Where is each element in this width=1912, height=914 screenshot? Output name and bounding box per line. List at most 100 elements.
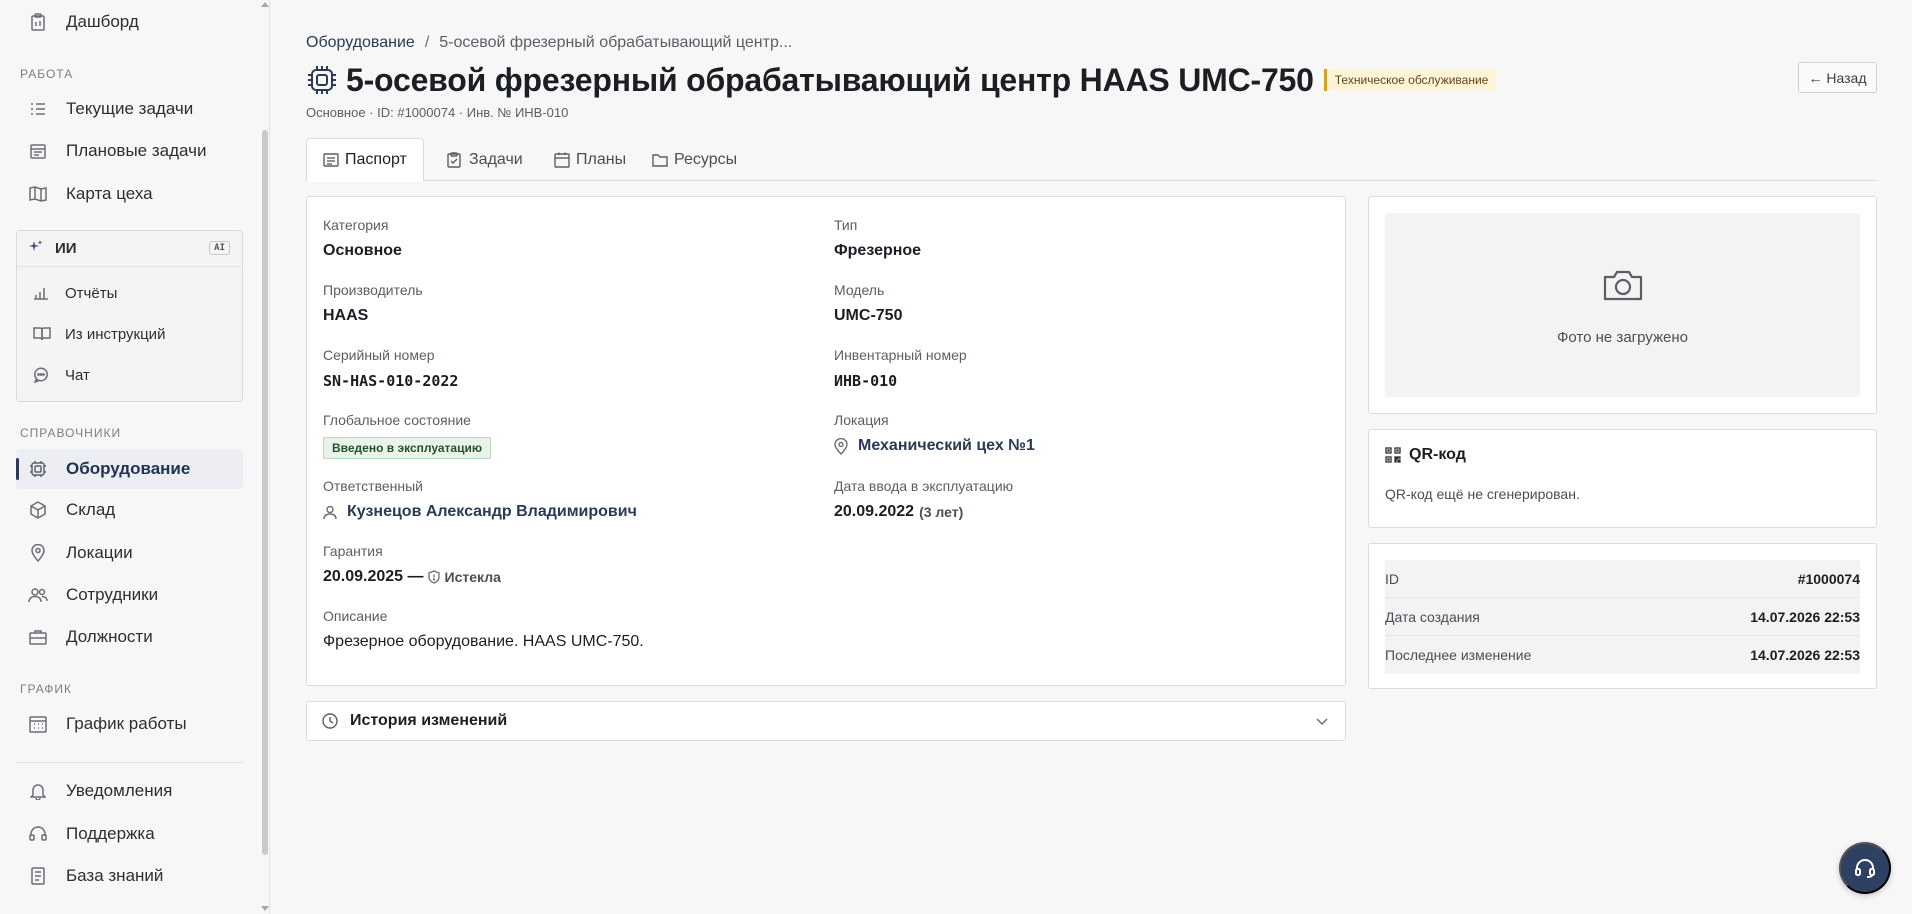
book-icon xyxy=(33,327,51,341)
photo-upload-area[interactable]: Фото не загружено xyxy=(1385,213,1860,397)
sidebar-item-equipment[interactable]: Оборудование xyxy=(16,449,243,489)
passport-panel: Категория Основное Тип Фрезерное Произво… xyxy=(306,196,1346,686)
sidebar-item-label: Оборудование xyxy=(66,459,191,478)
sidebar-item-label: Плановые задачи xyxy=(66,141,207,160)
meta-value: 14.07.2026 22:53 xyxy=(1750,647,1860,663)
list-icon xyxy=(28,99,48,119)
sidebar-item-warehouse[interactable]: Склад xyxy=(16,490,243,530)
sidebar-item-knowledge-base[interactable]: База знаний xyxy=(16,856,243,896)
chip-icon xyxy=(28,459,48,479)
sidebar-item-label: Сотрудники xyxy=(66,585,159,604)
document-icon xyxy=(28,866,48,886)
qr-header: QR-код xyxy=(1385,446,1466,464)
ai-group-header[interactable]: ИИ AI xyxy=(17,231,242,267)
tab-label: Планы xyxy=(576,150,627,168)
calendar-grid-icon xyxy=(28,714,48,734)
active-indicator xyxy=(16,458,19,480)
tab-plans[interactable]: Планы xyxy=(538,138,642,181)
bell-icon xyxy=(28,781,48,801)
photo-empty-text: Фото не загружено xyxy=(1557,329,1688,346)
tab-passport[interactable]: Паспорт xyxy=(306,138,424,182)
sidebar-item-notifications[interactable]: Уведомления xyxy=(16,771,243,811)
serial-label: Серийный номер xyxy=(323,347,435,363)
sidebar-item-employees[interactable]: Сотрудники xyxy=(16,575,243,615)
location-link[interactable]: Механический цех №1 xyxy=(834,437,1035,455)
sidebar-item-positions[interactable]: Должности xyxy=(16,617,243,657)
responsible-label: Ответственный xyxy=(323,478,423,494)
meta-row-modified: Последнее изменение 14.07.2026 22:53 xyxy=(1385,636,1860,674)
briefcase-icon xyxy=(28,627,48,647)
back-button[interactable]: ← Назад xyxy=(1798,62,1877,93)
history-accordion[interactable]: История изменений xyxy=(306,701,1346,741)
calendar-icon xyxy=(554,152,570,168)
map-pin-icon xyxy=(834,437,850,455)
clipboard-icon xyxy=(28,12,48,32)
camera-icon xyxy=(1602,268,1644,307)
sidebar-item-label: Карта цеха xyxy=(66,184,153,203)
sidebar-divider xyxy=(16,762,243,763)
sidebar-item-from-instructions[interactable]: Из инструкций xyxy=(17,314,242,354)
responsible-link[interactable]: Кузнецов Александр Владимирович xyxy=(323,503,637,521)
support-chat-button[interactable] xyxy=(1839,842,1891,894)
sidebar-item-locations[interactable]: Локации xyxy=(16,533,243,573)
type-value: Фрезерное xyxy=(834,242,922,259)
history-title: История изменений xyxy=(350,712,508,729)
meta-value: #1000074 xyxy=(1797,570,1860,587)
sidebar-item-current-tasks[interactable]: Текущие задачи xyxy=(16,89,243,129)
location-label: Локация xyxy=(834,412,889,428)
sidebar-item-reports[interactable]: Отчёты xyxy=(17,273,242,313)
sidebar-item-dashboard[interactable]: Дашборд xyxy=(16,2,243,42)
type-label: Тип xyxy=(834,217,858,233)
scroll-down-arrow[interactable] xyxy=(261,906,269,911)
sidebar-item-label: Должности xyxy=(66,627,153,646)
global-state-badge: Введено в эксплуатацию xyxy=(323,437,492,459)
chip-icon xyxy=(306,64,338,96)
sidebar-section-schedule: ГРАФИК xyxy=(20,682,73,696)
meta-value: 14.07.2026 22:53 xyxy=(1750,608,1860,625)
sidebar-item-label: График работы xyxy=(66,714,187,733)
photo-card: Фото не загружено xyxy=(1368,196,1877,414)
headset-icon xyxy=(28,824,48,844)
commission-date-value: 20.09.2022 xyxy=(834,503,915,520)
sidebar-item-work-schedule[interactable]: График работы xyxy=(16,704,243,744)
sidebar-item-label: Текущие задачи xyxy=(66,99,194,118)
sidebar-item-label: Склад xyxy=(66,500,116,519)
description-label: Описание xyxy=(323,608,388,624)
tab-resources[interactable]: Ресурсы xyxy=(636,138,753,181)
sidebar-item-label: Уведомления xyxy=(66,781,173,800)
scroll-up-arrow[interactable] xyxy=(261,2,269,7)
main-content: Оборудование / 5-осевой фрезерный обраба… xyxy=(271,0,1912,914)
sidebar-item-planned-tasks[interactable]: Плановые задачи xyxy=(16,131,243,171)
warranty-status: Истекла xyxy=(427,569,501,585)
tab-tasks[interactable]: Задачи xyxy=(431,138,539,181)
responsible-value: Кузнецов Александр Владимирович xyxy=(347,503,637,520)
sparkle-icon xyxy=(29,239,45,258)
ai-group: ИИ AI Отчёты Из инструкций Чат xyxy=(16,230,243,402)
bar-chart-icon xyxy=(33,286,51,300)
warranty-label: Гарантия xyxy=(323,543,383,559)
qr-code-icon xyxy=(1385,447,1403,463)
breadcrumb-current: 5-осевой фрезерный обрабатывающий центр.… xyxy=(439,34,793,51)
meta-key: Дата создания xyxy=(1385,608,1480,625)
sidebar: Дашборд РАБОТА Текущие задачи Плановые з… xyxy=(0,0,270,914)
tab-label: Паспорт xyxy=(345,151,407,168)
sidebar-item-chat[interactable]: Чат xyxy=(17,355,242,395)
breadcrumb: Оборудование / 5-осевой фрезерный обраба… xyxy=(306,34,792,52)
commission-date: 20.09.2022 (3 лет) xyxy=(834,503,963,521)
sidebar-item-shop-map[interactable]: Карта цеха xyxy=(16,174,243,214)
sidebar-item-label: Отчёты xyxy=(65,284,118,302)
sidebar-scrollbar[interactable] xyxy=(262,130,268,855)
category-label: Категория xyxy=(323,217,389,233)
category-value: Основное xyxy=(323,242,402,259)
sidebar-item-support[interactable]: Поддержка xyxy=(16,814,243,854)
page-subtitle: Основное · ID: #1000074 · Инв. № ИНВ-010 xyxy=(306,105,569,120)
sidebar-item-label: Из инструкций xyxy=(65,325,166,343)
warranty-value: 20.09.2025 — xyxy=(323,568,424,585)
tab-label: Задачи xyxy=(469,150,523,168)
headset-icon xyxy=(1853,856,1877,880)
global-state-label: Глобальное состояние xyxy=(323,412,471,428)
chevron-down-icon[interactable] xyxy=(1315,714,1329,733)
meta-row-created: Дата создания 14.07.2026 22:53 xyxy=(1385,598,1860,636)
breadcrumb-root-link[interactable]: Оборудование xyxy=(306,34,415,52)
tab-label: Ресурсы xyxy=(674,150,738,168)
